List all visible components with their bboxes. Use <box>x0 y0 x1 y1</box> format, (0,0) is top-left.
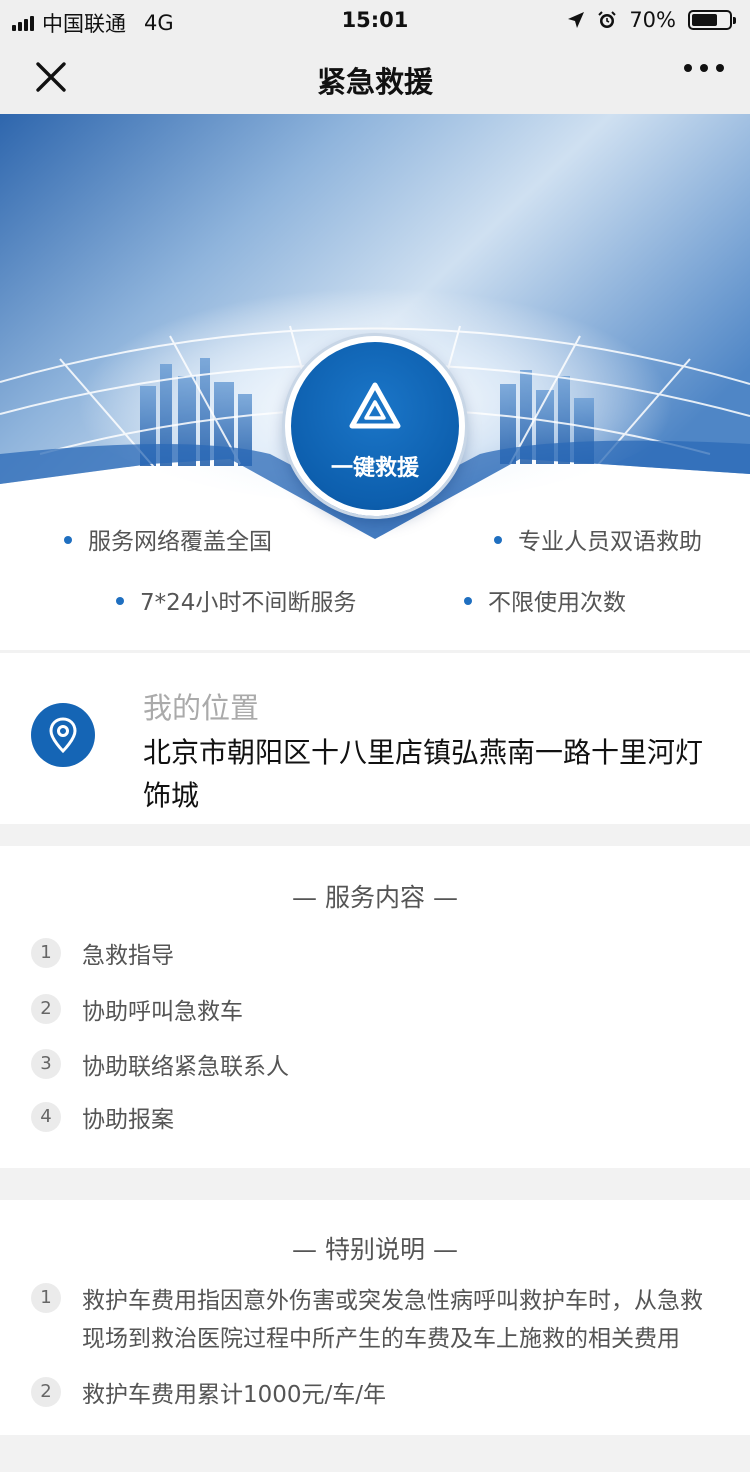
feature-item: 不限使用次数 <box>464 583 626 617</box>
bullet-dot <box>64 535 72 544</box>
notes-title: — 特别说明 — <box>292 1235 458 1264</box>
hero-banner: 一键救援 服务网络覆盖全国 专业人员双语救助 7*24小时不间断服务 不限使用次… <box>0 114 750 650</box>
bullet-dot <box>464 596 472 605</box>
item-number: 1 <box>31 938 61 968</box>
item-text: 急救指导 <box>82 943 174 969</box>
my-location-section[interactable]: 我的位置 北京市朝阳区十八里店镇弘燕南一路十里河灯饰城 <box>0 653 750 824</box>
item-number: 2 <box>31 1377 61 1407</box>
status-bar: 中国联通 4G 15:01 70% <box>0 0 750 40</box>
item-number: 3 <box>31 1049 61 1079</box>
one-key-rescue-button[interactable]: 一键救援 <box>285 336 465 516</box>
services-section: — 服务内容 — 1 急救指导 2 协助呼叫急救车 3 协助联络紧急联系人 4 … <box>0 846 750 1168</box>
item-number: 1 <box>31 1283 61 1313</box>
battery-icon <box>688 10 736 30</box>
bullet-dot <box>116 596 124 605</box>
item-text: 协助报案 <box>82 1107 174 1133</box>
item-text: 协助呼叫急救车 <box>82 999 243 1025</box>
item-text: 救护车费用指因意外伤害或突发急性病呼叫救护车时，从急救 现场到救治医院过程中所产… <box>82 1288 703 1352</box>
item-text: 救护车费用累计1000元/车/年 <box>82 1382 387 1408</box>
item-number: 4 <box>31 1102 61 1132</box>
special-notes-section: — 特别说明 — 1 救护车费用指因意外伤害或突发急性病呼叫救护车时，从急救 现… <box>0 1200 750 1435</box>
navigation-bar: 紧急救援 <box>0 40 750 114</box>
item-number: 2 <box>31 994 61 1024</box>
services-title: — 服务内容 — <box>292 883 458 912</box>
location-pin-icon <box>31 703 95 767</box>
battery-percent: 70% <box>629 8 676 32</box>
rescue-button-label: 一键救援 <box>330 456 419 481</box>
item-text: 协助联络紧急联系人 <box>82 1054 289 1080</box>
feature-item: 服务网络覆盖全国 <box>64 522 272 556</box>
feature-item: 7*24小时不间断服务 <box>116 583 356 617</box>
location-arrow-icon <box>568 12 585 28</box>
warning-triangle-icon <box>349 382 401 429</box>
location-address: 北京市朝阳区十八里店镇弘燕南一路十里河灯饰城 <box>143 736 704 812</box>
alarm-icon <box>598 11 617 28</box>
more-dots-icon[interactable] <box>684 64 724 72</box>
page-title: 紧急救援 <box>316 65 433 99</box>
location-title: 我的位置 <box>143 691 260 725</box>
feature-item: 专业人员双语救助 <box>494 522 702 556</box>
bullet-dot <box>494 535 502 544</box>
